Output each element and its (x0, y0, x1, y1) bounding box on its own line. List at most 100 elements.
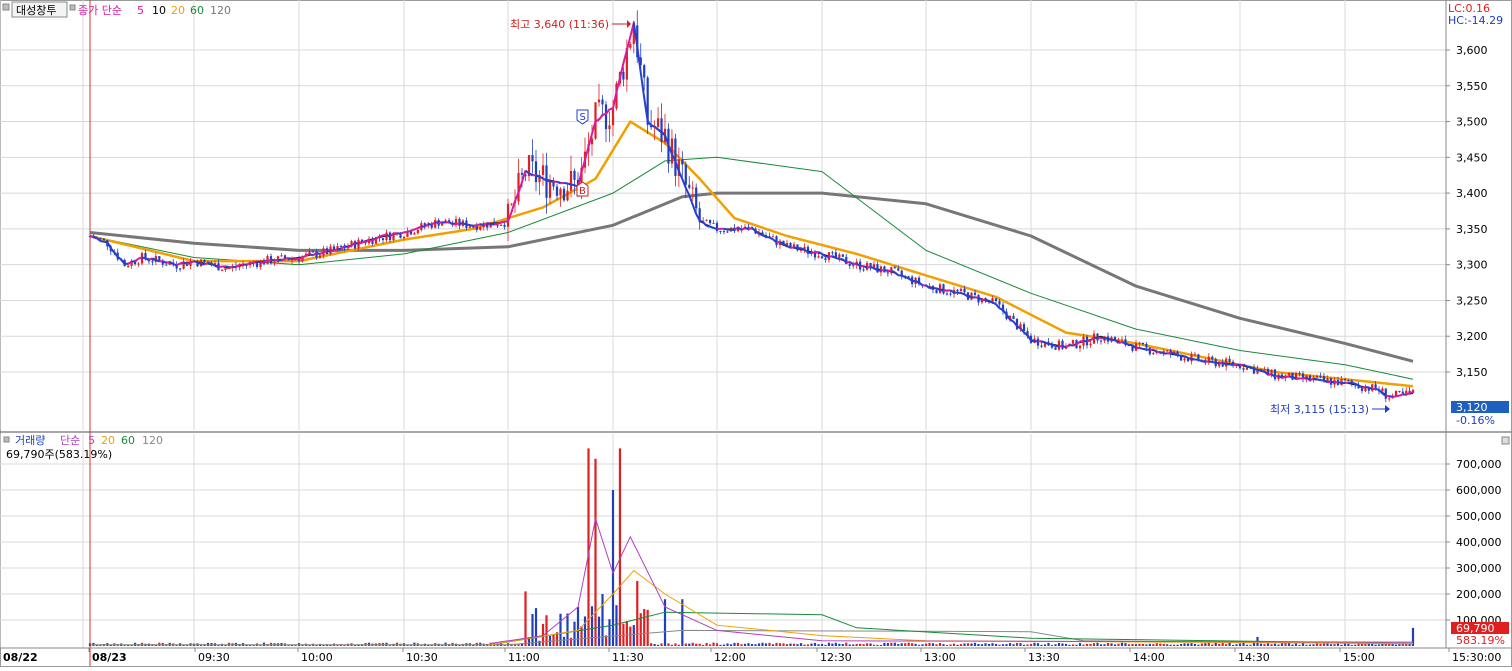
volume-bar (619, 448, 621, 646)
ma5-segment (1338, 382, 1342, 383)
volume-bar (629, 627, 631, 646)
ma5-segment (166, 262, 169, 263)
ma5-segment (881, 270, 884, 271)
ma5-segment (205, 263, 209, 264)
volume-bar (538, 641, 540, 646)
ma5-segment (254, 261, 258, 262)
price-grid (0, 0, 1446, 430)
volume-bar (977, 644, 979, 646)
price-tick-label: 3,250 (1456, 294, 1488, 307)
time-tick-label: 11:00 (508, 651, 540, 664)
candle-body (849, 264, 851, 266)
volume-bar (849, 644, 851, 646)
volume-bar (810, 644, 812, 646)
volume-bar (1005, 644, 1007, 646)
legend-handle-icon[interactable] (3, 4, 9, 10)
ma-legend-handle-icon[interactable] (70, 5, 75, 10)
ma5-segment (268, 260, 272, 261)
candle-body (800, 250, 802, 251)
stock-chart-canvas[interactable]: 3,6003,5503,5003,4503,4003,3503,3003,250… (0, 0, 1512, 667)
candle-body (1242, 368, 1244, 369)
volume-bar (633, 625, 635, 646)
ma5-segment (299, 258, 303, 259)
candle-body (1381, 389, 1383, 392)
candle-body (340, 246, 342, 247)
volume-bar (838, 644, 840, 646)
volume-bar (1166, 644, 1168, 646)
ma5-segment (456, 223, 459, 224)
time-axis: 08/2208/2309:3010:0010:3011:0011:3012:00… (0, 648, 1501, 664)
ma5-segment (919, 282, 922, 285)
volume-bar (754, 644, 756, 646)
volume-bar (761, 643, 763, 646)
ma5-segment (610, 108, 614, 109)
candle-body (1061, 341, 1063, 349)
candle-body (946, 294, 948, 295)
volume-bar (1312, 644, 1314, 646)
panel-collapse-icon[interactable] (1502, 437, 1509, 444)
volume-bar (786, 644, 788, 646)
volume-bar (695, 644, 697, 646)
candle-body (99, 238, 101, 239)
volume-bar (995, 644, 997, 646)
volume-bar (911, 643, 913, 646)
candle-body (1288, 373, 1290, 376)
sell-signal-label: S (580, 112, 586, 123)
candle-body (1347, 380, 1349, 381)
candle-body (1344, 379, 1346, 380)
candle-body (974, 293, 976, 295)
low-label: 최저 3,115 (15:13) (1270, 403, 1369, 416)
high-label: 최고 3,640 (11:36) (510, 18, 609, 31)
volume-bar (702, 645, 704, 646)
ma5-segment (891, 271, 894, 273)
ma5-segment (198, 262, 202, 264)
ma5-segment (1314, 378, 1318, 379)
volume-bar (1211, 645, 1213, 646)
ma5-segment (1393, 396, 1396, 397)
candle-body (479, 227, 481, 230)
volume-bar (1156, 643, 1158, 646)
ma5-segment (905, 277, 908, 278)
time-tick-label: 10:30 (406, 651, 438, 664)
candle-body (737, 229, 739, 231)
volume-bar (744, 644, 746, 646)
volume-bar (747, 643, 749, 646)
volume-bar (883, 643, 885, 646)
ma5-segment (1396, 396, 1399, 397)
volume-bar (967, 643, 969, 646)
ma5-segment (1108, 339, 1112, 340)
volume-bar (1089, 644, 1091, 646)
candle-body (831, 252, 833, 253)
volume-bar (1246, 645, 1248, 646)
volume-bar (681, 599, 683, 646)
volume-bar (626, 621, 628, 646)
ma5-segment (380, 235, 384, 236)
candle-body (629, 44, 631, 48)
ma5-segment (180, 262, 183, 263)
ma5-segment (100, 241, 103, 242)
volume-bar (716, 643, 718, 646)
ma5-segment (348, 246, 352, 248)
volume-bar (921, 644, 923, 646)
volume-bar (1183, 643, 1185, 646)
volume-bar (981, 644, 983, 646)
ma5-segment (1219, 363, 1222, 364)
buy-signal[interactable]: B (577, 182, 588, 197)
volume-bar (1197, 645, 1199, 646)
volume-bar (1333, 644, 1335, 646)
candle-body (535, 161, 537, 182)
volume-ma-label: 단순 (60, 434, 80, 447)
candle-body (382, 238, 384, 240)
ma5-segment (226, 266, 230, 267)
volume-bar (1121, 643, 1123, 646)
candle-body (887, 272, 889, 273)
candle-body (821, 256, 823, 258)
candle-body (817, 256, 819, 257)
volume-bar (577, 607, 579, 646)
volume-bar (1072, 644, 1074, 646)
price-tick-label: 3,500 (1456, 116, 1488, 129)
volume-legend-handle-icon[interactable] (4, 437, 9, 442)
volume-bar (894, 643, 896, 646)
ma5-segment (759, 234, 763, 235)
volume-bar (654, 644, 656, 646)
